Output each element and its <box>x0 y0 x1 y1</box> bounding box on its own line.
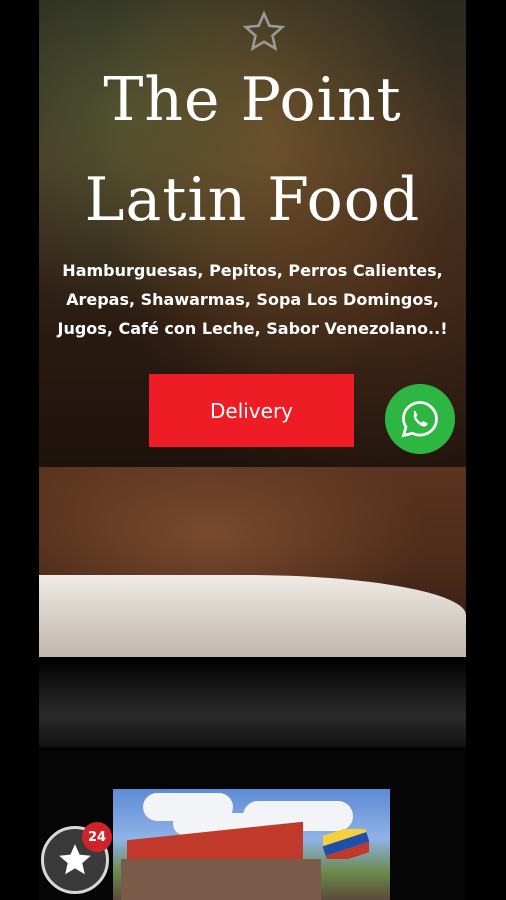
tagline-line-3: Jugos, Café con Leche, Sabor Venezolano.… <box>57 319 448 338</box>
venezuela-flag-icon <box>323 829 369 859</box>
tagline-line-1: Hamburguesas, Pepitos, Perros Calientes, <box>62 261 443 280</box>
app-frame: The Point Latin Food Hamburguesas, Pepit… <box>39 0 466 900</box>
plate-image <box>39 575 466 657</box>
rating-count-badge: 24 <box>82 822 112 852</box>
section-divider <box>39 657 466 747</box>
title-line-1: The Point <box>103 65 402 135</box>
star-outline-icon[interactable] <box>242 10 286 54</box>
tagline: Hamburguesas, Pepitos, Perros Calientes,… <box>49 256 456 343</box>
page-title: The Point Latin Food <box>39 50 466 250</box>
restaurant-photo <box>113 789 390 900</box>
delivery-button[interactable]: Delivery <box>149 374 354 447</box>
whatsapp-button[interactable] <box>385 384 455 454</box>
whatsapp-icon <box>401 401 438 438</box>
title-line-2: Latin Food <box>84 165 421 235</box>
tagline-line-2: Arepas, Shawarmas, Sopa Los Domingos, <box>66 290 439 309</box>
